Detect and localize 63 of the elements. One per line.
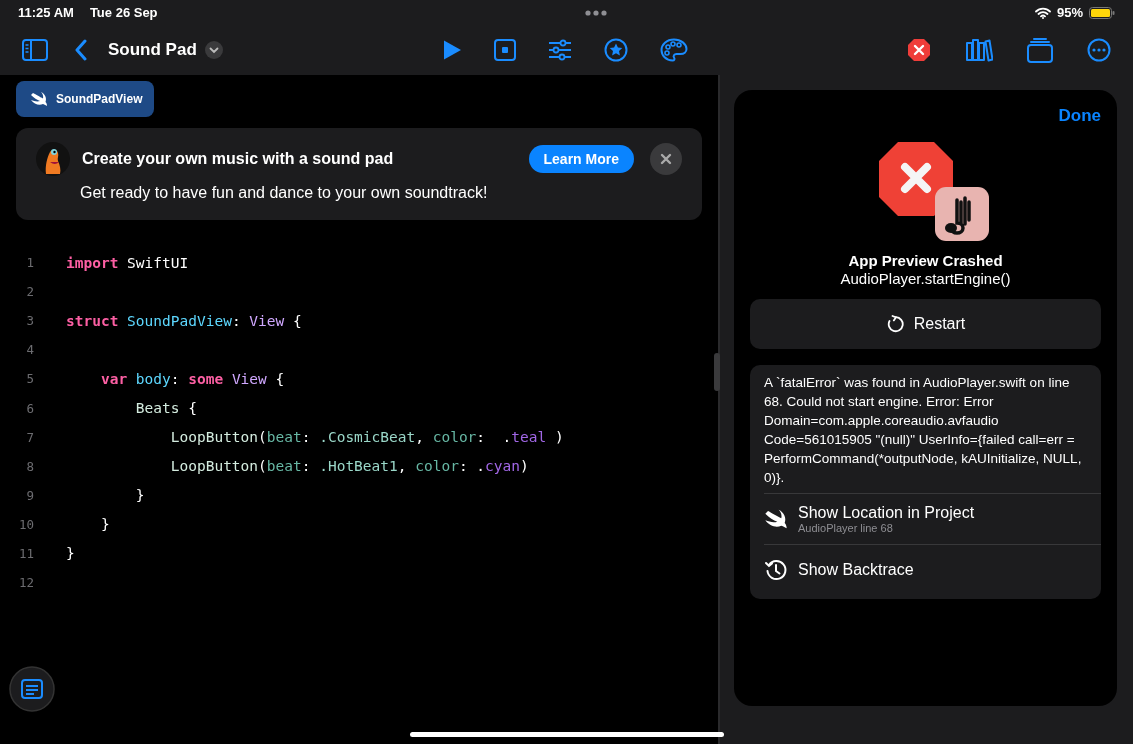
line-number: 9: [25, 487, 34, 503]
swift-bird-icon: [764, 509, 788, 529]
history-clock-icon: [764, 558, 788, 582]
code-line: LoopButton(beat: .CosmicBeat, color: .teal ): [169, 429, 564, 446]
multitasking-dots-icon[interactable]: [585, 9, 608, 16]
project-title: Sound Pad: [108, 40, 197, 60]
code-line: import SwiftUI: [66, 254, 189, 271]
error-action-row[interactable]: Show Location in Project AudioPlayer line 68: [764, 493, 1101, 544]
crash-app-icon: [878, 142, 991, 242]
star-circle-icon[interactable]: [604, 38, 628, 62]
play-icon[interactable]: [442, 39, 462, 61]
error-action-row[interactable]: Show Backtrace: [764, 544, 1101, 595]
split-handle[interactable]: [714, 353, 720, 391]
status-time: 11:25 AM: [18, 5, 74, 20]
library-icon[interactable]: [965, 38, 993, 62]
sliders-icon[interactable]: [548, 39, 572, 61]
more-icon[interactable]: [1087, 38, 1111, 62]
code-line: Beats {: [134, 400, 197, 416]
swift-bird-icon: [30, 92, 48, 106]
done-button[interactable]: Done: [1058, 104, 1101, 128]
code-line: struct SoundPadView: View {: [66, 312, 302, 329]
palette-icon[interactable]: [660, 38, 688, 62]
line-number: 10: [17, 516, 34, 532]
learn-more-button[interactable]: Learn More: [528, 145, 634, 173]
line-number: 6: [25, 400, 34, 416]
action-label: Show Backtrace: [798, 561, 914, 579]
sidebar-icon[interactable]: [22, 39, 48, 61]
code-line: }: [66, 545, 75, 562]
dropdown-chevron-icon[interactable]: [204, 41, 223, 59]
restart-button[interactable]: Restart: [750, 299, 1101, 349]
back-icon[interactable]: [74, 39, 88, 61]
line-number: 7: [25, 429, 34, 445]
mascot-icon: [36, 142, 70, 176]
error-icon[interactable]: [907, 38, 931, 62]
line-number: 2: [25, 284, 34, 300]
line-number: 1: [25, 255, 34, 271]
banner-subtitle: Get ready to have fun and dance to your own soundtrack!: [80, 184, 489, 202]
line-number: 12: [17, 575, 34, 591]
status-date: Tue 26 Sep: [89, 5, 158, 20]
line-number: 11: [17, 546, 34, 561]
line-number: 4: [25, 342, 34, 358]
error-message: A `fatalError` was found in AudioPlayer.swift on line 68. Could not start engine. Error: Error Domain=com.apple.coreaudio.avfaudio Code=561015905 "(null)" UserInfo={failed call=err = PerformCommand(*outputNode, kAUInitialize, NULL, 0)}.: [764, 374, 1083, 487]
code-line: }: [99, 516, 110, 533]
code-line: var body: some View {: [99, 370, 285, 387]
action-detail: AudioPlayer line 68: [798, 522, 894, 534]
line-number: 3: [25, 313, 34, 329]
crash-title: App Preview Crashed: [848, 252, 1003, 269]
crash-function: AudioPlayer.startEngine(): [840, 270, 1011, 287]
line-number: 8: [25, 458, 34, 474]
line-number: 5: [25, 371, 34, 387]
battery-percentage: 95%: [1057, 5, 1083, 20]
document-icon[interactable]: [9, 666, 55, 712]
action-label: Show Location in Project: [798, 504, 975, 522]
code-line: }: [134, 487, 145, 504]
stop-icon[interactable]: [494, 39, 516, 61]
restart-icon: [885, 315, 904, 333]
wifi-icon: [1035, 6, 1051, 19]
file-tab[interactable]: SoundPadView: [16, 81, 155, 117]
close-icon[interactable]: [650, 143, 682, 175]
code-line: LoopButton(beat: .HotBeat1, color: .cyan): [169, 458, 529, 475]
banner-title: Create your own music with a sound pad: [82, 150, 394, 168]
battery-icon: [1089, 6, 1115, 19]
stacked-windows-icon[interactable]: [1027, 37, 1053, 63]
